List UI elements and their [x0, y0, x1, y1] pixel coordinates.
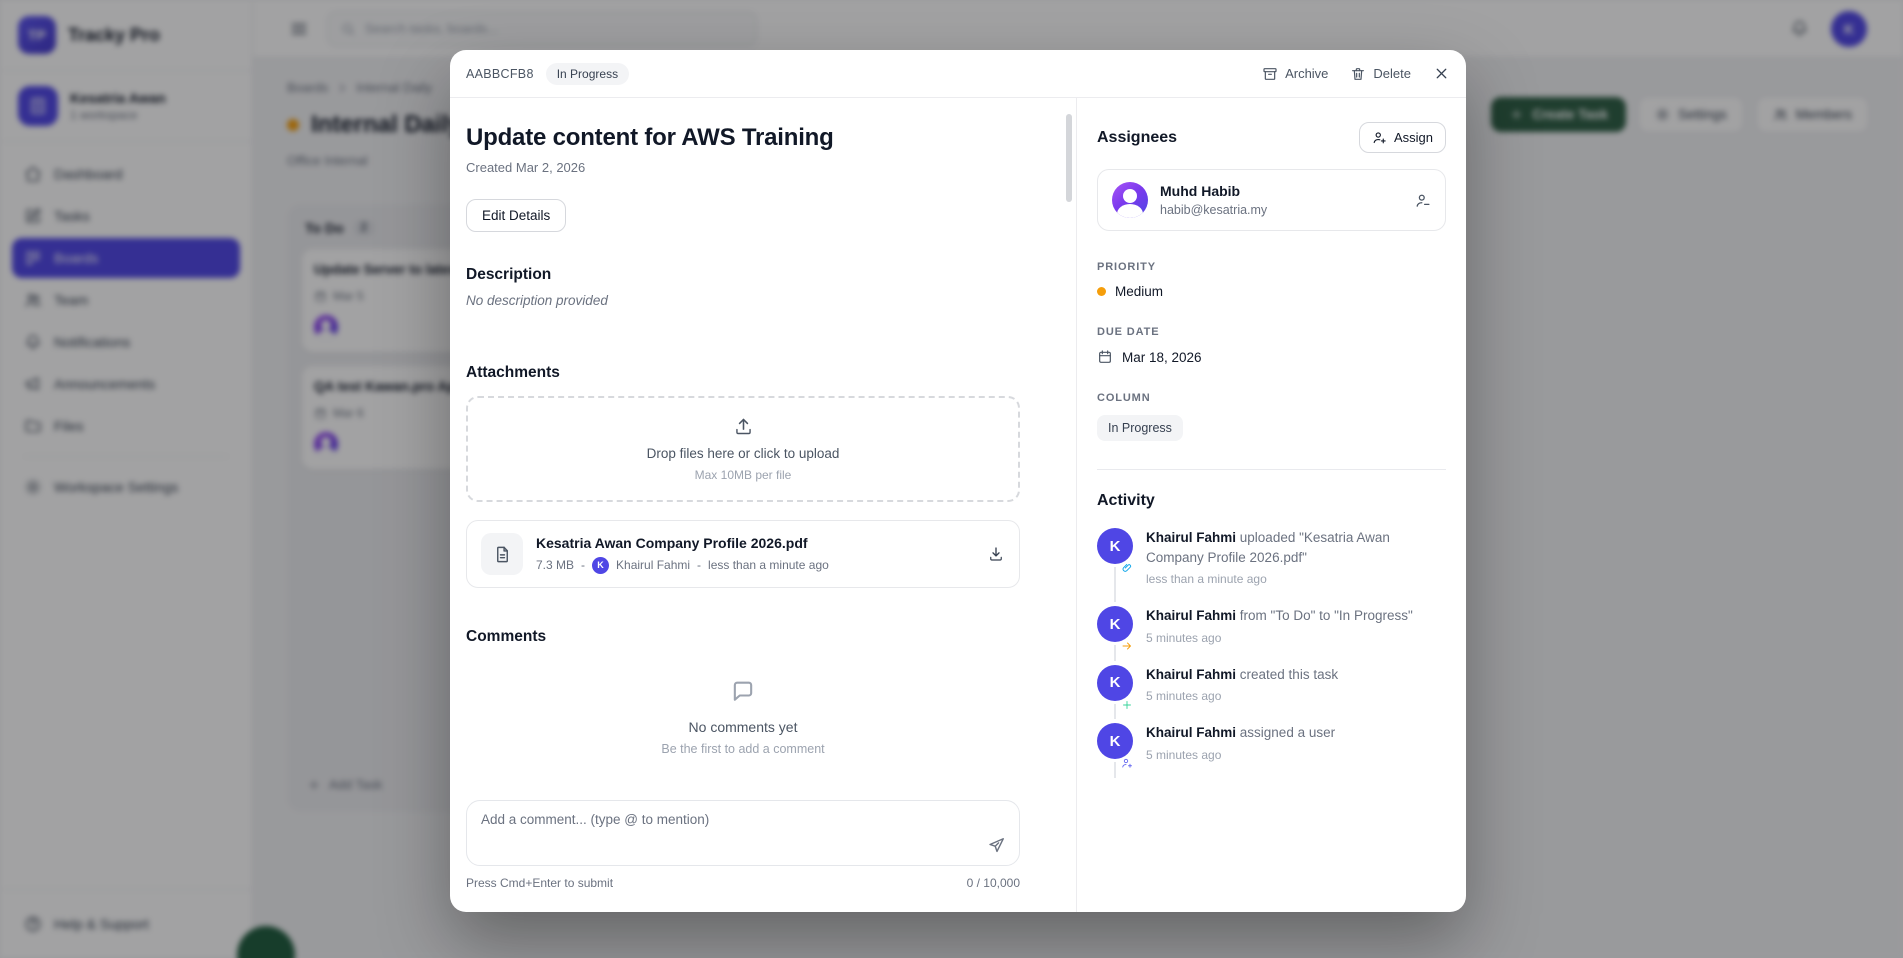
archive-icon	[1262, 66, 1278, 82]
calendar-icon	[1097, 349, 1113, 365]
priority-label: PRIORITY	[1097, 261, 1446, 273]
assignee-email: habib@kesatria.my	[1160, 203, 1267, 217]
activity-item: K Khairul Fahmi uploaded "Kesatria Awan …	[1097, 528, 1446, 602]
task-id: AABBCFB8	[466, 67, 534, 81]
uploader-name: Khairul Fahmi	[616, 558, 690, 572]
screen: TP Tracky Pro Kesatria Awan 1 workspace …	[0, 0, 1903, 958]
activity-avatar: K	[1097, 528, 1133, 564]
upload-icon	[733, 416, 754, 437]
user-minus-icon[interactable]	[1414, 192, 1431, 209]
trash-icon	[1350, 66, 1366, 82]
modal-main-pane: Update content for AWS Training Created …	[450, 98, 1076, 912]
paperclip-icon	[1120, 561, 1134, 575]
comment-bubble-icon	[729, 678, 757, 706]
file-type-icon	[481, 533, 523, 575]
delete-button[interactable]: Delete	[1350, 66, 1411, 82]
description-empty-text: No description provided	[466, 293, 1020, 308]
activity-list: K Khairul Fahmi uploaded "Kesatria Awan …	[1097, 528, 1446, 778]
status-badge: In Progress	[546, 63, 629, 85]
activity-avatar: K	[1097, 606, 1133, 642]
file-size: 7.3 MB	[536, 558, 574, 572]
comments-heading: Comments	[466, 628, 1020, 646]
activity-item: K Khairul Fahmi created this task 5 minu…	[1097, 665, 1446, 720]
archive-button[interactable]: Archive	[1262, 66, 1328, 82]
comments-empty-title: No comments yet	[689, 719, 798, 735]
task-title: Update content for AWS Training	[466, 124, 1020, 152]
description-heading: Description	[466, 266, 1020, 284]
scrollbar-thumb[interactable]	[1066, 114, 1072, 202]
comment-input[interactable]	[481, 812, 975, 857]
user-plus-icon	[1372, 130, 1387, 145]
file-name: Kesatria Awan Company Profile 2026.pdf	[536, 535, 829, 551]
comments-empty-state: No comments yet Be the first to add a co…	[466, 678, 1020, 756]
assignees-heading: Assignees	[1097, 129, 1177, 147]
user-plus-icon	[1120, 756, 1134, 770]
comment-input-wrapper	[466, 800, 1020, 866]
column-value-badge: In Progress	[1097, 415, 1183, 441]
modal-side-panel: Assignees Assign Muhd Habib habib@kesatr…	[1076, 98, 1466, 912]
uploader-avatar: K	[592, 557, 609, 574]
attachment-row[interactable]: Kesatria Awan Company Profile 2026.pdf 7…	[466, 520, 1020, 588]
comments-empty-subtitle: Be the first to add a comment	[661, 742, 824, 756]
file-dropzone[interactable]: Drop files here or click to upload Max 1…	[466, 396, 1020, 502]
assignee-avatar	[1112, 182, 1148, 218]
priority-dot	[1097, 287, 1106, 296]
edit-details-button[interactable]: Edit Details	[466, 199, 566, 232]
plus-icon	[1120, 698, 1134, 712]
attachments-heading: Attachments	[466, 364, 1020, 382]
activity-avatar: K	[1097, 665, 1133, 701]
char-counter: 0 / 10,000	[967, 876, 1020, 890]
dropzone-hint: Max 10MB per file	[695, 468, 792, 482]
assign-button[interactable]: Assign	[1359, 122, 1446, 153]
modal-header: AABBCFB8 In Progress Archive Delete	[450, 50, 1466, 98]
column-label: COLUMN	[1097, 392, 1446, 404]
assignee-card: Muhd Habib habib@kesatria.my	[1097, 169, 1446, 231]
arrow-right-icon	[1120, 639, 1134, 653]
activity-avatar: K	[1097, 723, 1133, 759]
activity-item: K Khairul Fahmi from "To Do" to "In Prog…	[1097, 606, 1446, 661]
upload-time: less than a minute ago	[708, 558, 829, 572]
due-date-value: Mar 18, 2026	[1122, 350, 1202, 365]
task-detail-modal: AABBCFB8 In Progress Archive Delete	[450, 50, 1466, 912]
file-meta: 7.3 MB - K Khairul Fahmi - less than a m…	[536, 557, 829, 574]
due-date-label: DUE DATE	[1097, 326, 1446, 338]
submit-hint: Press Cmd+Enter to submit	[466, 876, 613, 890]
download-icon[interactable]	[987, 545, 1005, 563]
priority-value: Medium	[1115, 284, 1163, 299]
activity-heading: Activity	[1097, 492, 1446, 510]
close-icon[interactable]	[1433, 65, 1450, 82]
dropzone-title: Drop files here or click to upload	[647, 446, 840, 461]
task-created-date: Created Mar 2, 2026	[466, 160, 1020, 175]
activity-item: K Khairul Fahmi assigned a user 5 minute…	[1097, 723, 1446, 778]
panel-divider	[1097, 469, 1446, 470]
assignee-name: Muhd Habib	[1160, 183, 1267, 199]
send-comment-icon[interactable]	[987, 836, 1006, 855]
